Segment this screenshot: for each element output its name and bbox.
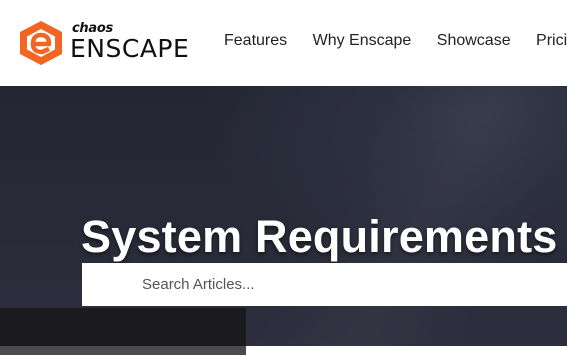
content-area-strip — [246, 346, 567, 355]
nav-item-why-enscape[interactable]: Why Enscape — [313, 32, 412, 50]
sidebar-strip — [0, 346, 246, 355]
top-navigation-bar: chaos ENSCAPE Features Why Enscape Showc… — [0, 0, 567, 86]
nav-item-pricing[interactable]: Pricing — [536, 32, 567, 50]
search-input[interactable] — [82, 263, 567, 306]
enscape-logo[interactable]: chaos ENSCAPE — [16, 18, 196, 68]
page-title: System Requirements — [81, 211, 558, 262]
logo-product-name: ENSCAPE — [70, 34, 190, 63]
enscape-logo-mark-icon — [20, 21, 62, 65]
nav-item-showcase[interactable]: Showcase — [437, 32, 511, 50]
nav-item-features[interactable]: Features — [224, 32, 287, 50]
hero-banner: System Requirements — [0, 86, 567, 355]
main-nav: Features Why Enscape Showcase Pricing — [224, 32, 567, 50]
search-box — [82, 263, 567, 306]
dark-content-panel — [0, 308, 246, 346]
